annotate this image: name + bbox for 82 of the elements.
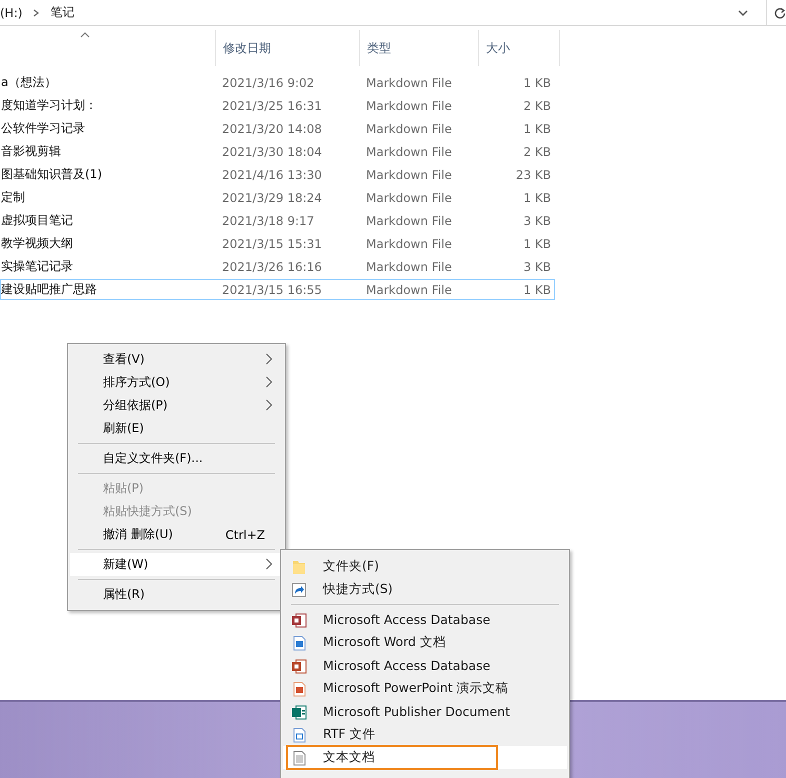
file-type: Markdown File [366,168,453,182]
modified-date: 2021/3/16 9:02 [222,76,316,90]
file-name: 图基础知识普及(1) [1,166,103,183]
menu-item[interactable]: Microsoft Word 文档 [283,631,567,654]
menu-item[interactable]: Microsoft Access Database [283,654,567,677]
file-type: Markdown File [366,190,453,204]
file-type: Markdown File [366,76,453,90]
file-type: Markdown File [366,214,453,228]
file-size: 1 KB [522,190,551,204]
menu-item[interactable]: Microsoft PowerPoint 演示文稿 [283,677,567,700]
chevron-right-icon [32,8,40,18]
file-size: 2 KB [522,98,551,112]
menu-item[interactable]: 撤消 删除(U) Ctrl+Z [70,523,283,546]
presentation-document-icon [291,680,307,696]
menu-item[interactable]: 排序方式(O) [70,371,283,394]
menu-item[interactable]: 属性(R) [70,583,283,606]
menu-item[interactable]: Microsoft Access Database [283,608,567,631]
file-row[interactable]: 音影视剪辑 2021/3/30 18:04 Markdown File 2 KB [0,141,555,162]
file-name: 音影视剪辑 [1,143,62,160]
file-size: 3 KB [522,260,551,274]
file-type: Markdown File [366,282,453,296]
file-row[interactable]: 定制 2021/3/29 18:24 Markdown File 1 KB [0,187,555,208]
text-document-icon [291,750,307,766]
menu-item[interactable]: 新建(W) [70,553,283,576]
file-type: Markdown File [366,122,453,136]
menu-item[interactable]: RTF 文件 [283,723,567,746]
menu-item[interactable]: 分组依据(P) [70,394,283,417]
file-type: Markdown File [366,236,453,250]
file-size: 1 KB [522,76,551,90]
modified-date: 2021/3/30 18:04 [222,144,323,158]
file-row[interactable]: 度知道学习计划： 2021/3/25 16:31 Markdown File 2 KB [0,95,555,116]
file-row[interactable]: 虚拟项目笔记 2021/3/18 9:17 Markdown File 3 KB [0,210,555,231]
menu-item[interactable]: 刷新(E) [70,417,283,440]
slide-document-icon [291,658,307,674]
menu-item[interactable]: 查看(V) [70,348,283,371]
file-name: 度知道学习计划： [1,97,98,114]
column-header[interactable]: 大小 [478,30,560,66]
file-row[interactable]: 实操笔记记录 2021/3/26 16:16 Markdown File 3 KB [0,256,555,277]
file-type: Markdown File [366,144,453,158]
menu-item[interactable]: 自定义文件夹(F)... [70,447,283,470]
file-name: 实操笔记记录 [1,258,74,275]
modified-date: 2021/3/25 16:31 [222,98,323,112]
column-header[interactable]: 修改日期 [215,30,359,66]
file-type: Markdown File [366,260,453,274]
file-size: 3 KB [522,214,551,228]
dropdown-icon [738,8,748,16]
modified-date: 2021/3/18 9:17 [222,214,316,228]
file-name: 公软件学习记录 [1,120,86,137]
file-name: 定制 [1,189,26,206]
file-name: a（想法） [1,74,58,91]
breadcrumb-item[interactable]: 笔记 [50,4,74,21]
modified-date: 2021/3/15 15:31 [222,236,323,250]
breadcrumb-item[interactable]: (H:) [0,6,22,20]
file-size: 1 KB [522,282,551,296]
file-name: 教学视频大纲 [1,235,74,252]
file-name: 虚拟项目笔记 [1,212,74,229]
file-size: 23 KB [514,168,551,182]
file-type: Markdown File [366,98,453,112]
publisher-document-icon [291,704,307,720]
folder-icon [291,558,307,574]
file-name: 建设贴吧推广思路 [1,281,98,298]
modified-date: 2021/3/29 18:24 [222,190,323,204]
file-row[interactable]: a（想法） 2021/3/16 9:02 Markdown File 1 KB [0,72,555,93]
menu-item[interactable]: 文件夹(F) [283,555,567,578]
menu-item[interactable]: 文本文档 [283,746,567,769]
database-document-icon [291,612,307,628]
modified-date: 2021/3/26 16:16 [222,260,323,274]
modified-date: 2021/3/20 14:08 [222,122,323,136]
file-size: 2 KB [522,144,551,158]
menu-item[interactable]: 快捷方式(S) [283,578,567,601]
word-document-icon [291,634,307,650]
modified-date: 2021/3/15 16:55 [222,282,323,296]
document-icon [291,726,307,742]
file-row[interactable]: 图基础知识普及(1) 2021/4/16 13:30 Markdown File 23 KB [0,164,555,185]
column-header[interactable]: 类型 [359,30,478,66]
file-row[interactable]: 建设贴吧推广思路 2021/3/15 16:55 Markdown File 1 KB [0,279,555,300]
file-size: 1 KB [522,236,551,250]
modified-date: 2021/4/16 13:30 [222,168,323,182]
menu-item[interactable]: Microsoft Publisher Document [283,700,567,723]
file-row[interactable]: 教学视频大纲 2021/3/15 15:31 Markdown File 1 KB [0,233,555,254]
file-row[interactable]: 公软件学习记录 2021/3/20 14:08 Markdown File 1 KB [0,118,555,139]
file-size: 1 KB [522,122,551,136]
